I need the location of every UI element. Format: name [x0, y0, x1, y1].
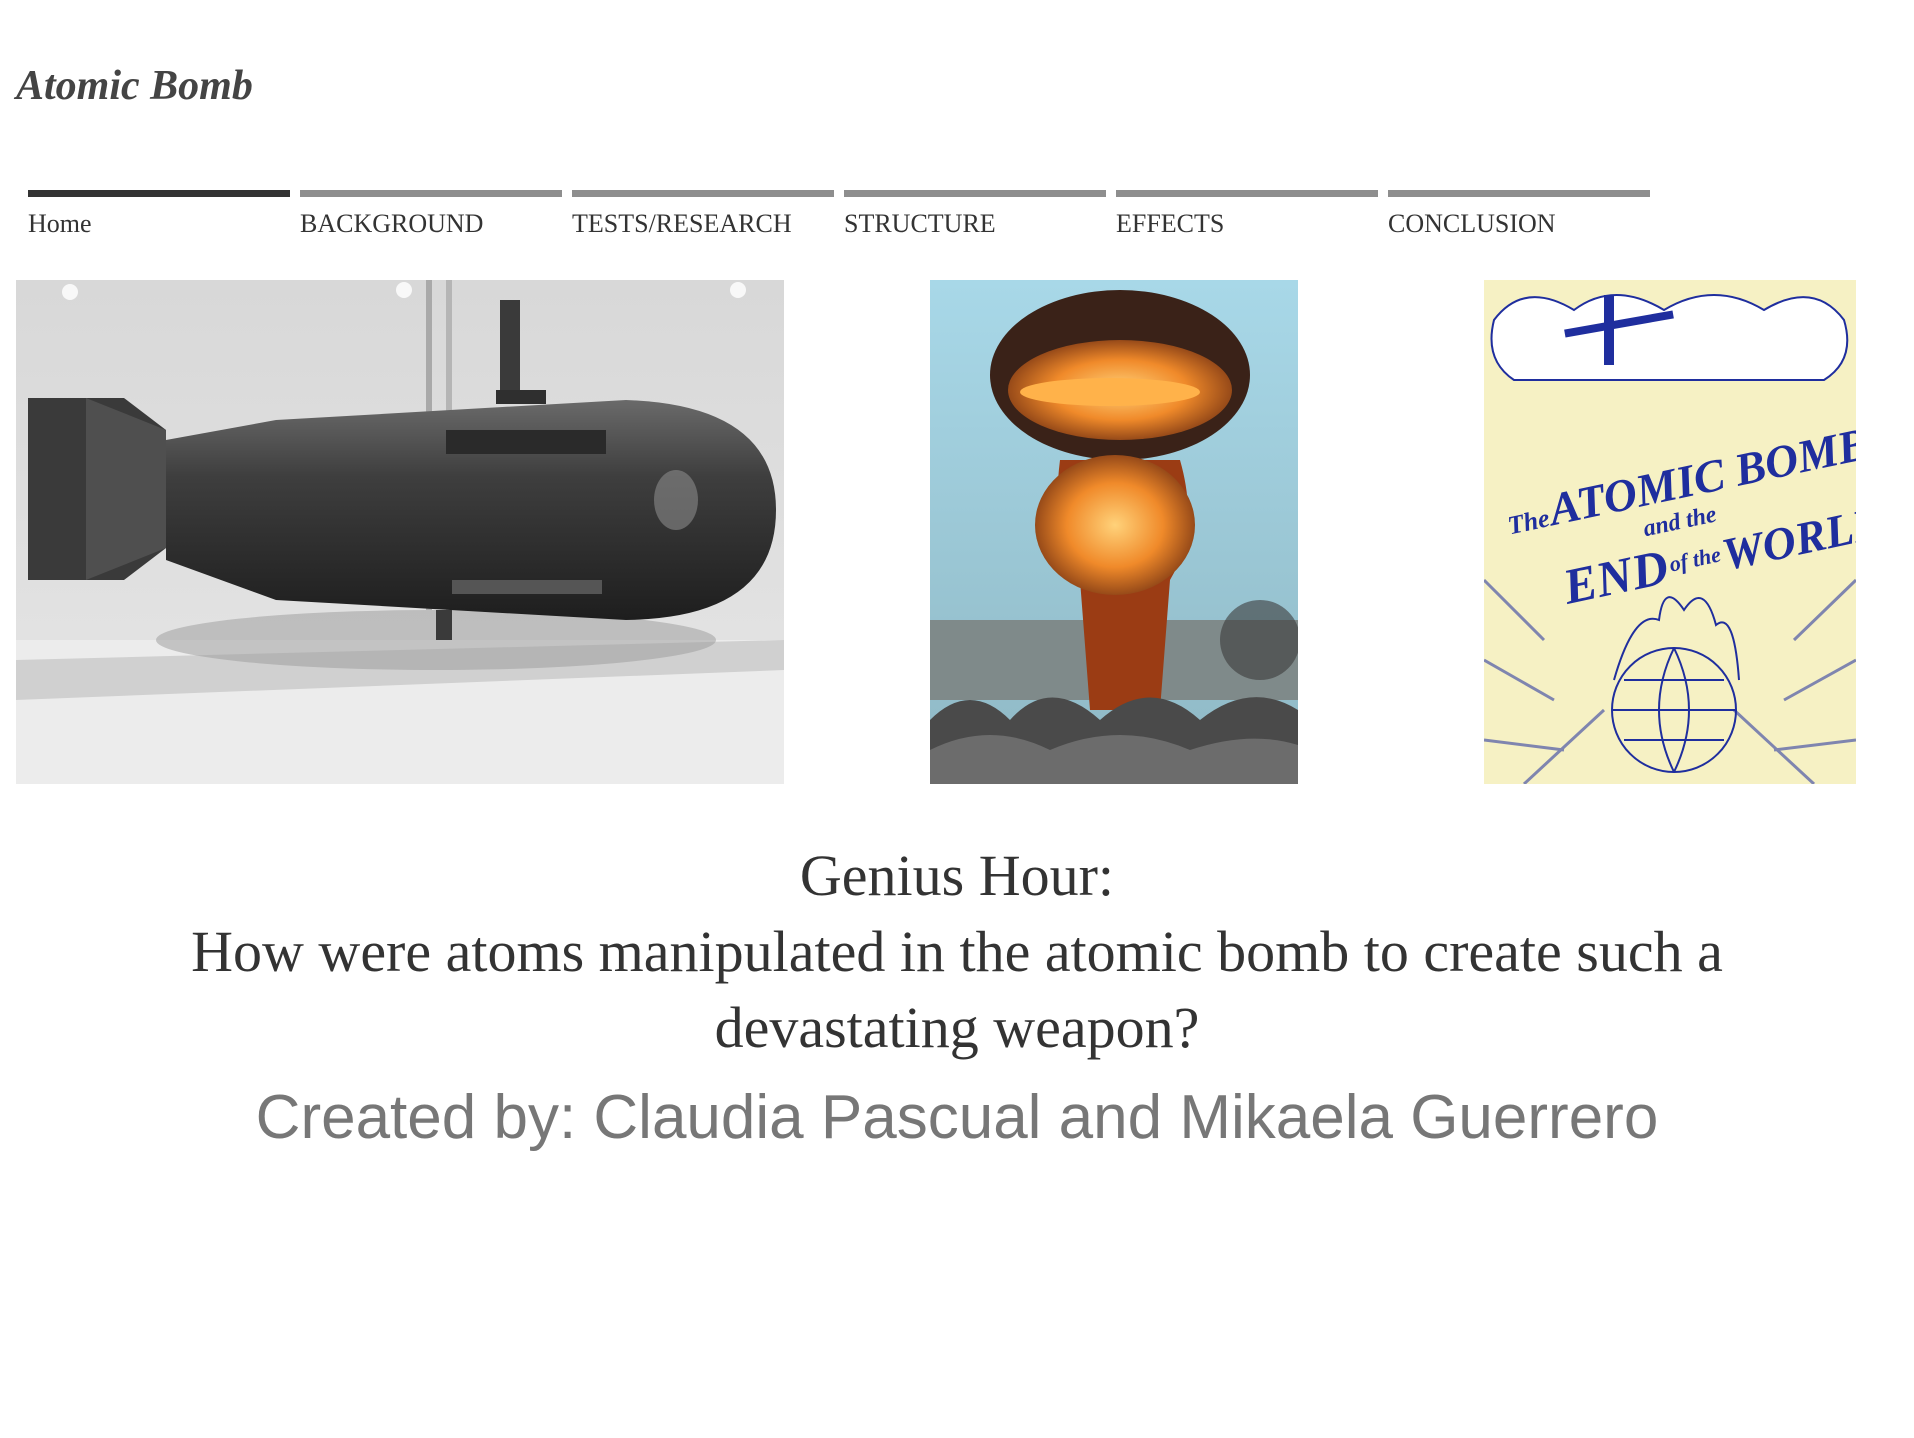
nav-tests-research[interactable]: TESTS/RESEARCH: [572, 190, 834, 239]
nav-structure[interactable]: STRUCTURE: [844, 190, 1106, 239]
heading-line-2: How were atoms manipulated in the atomic…: [191, 919, 1723, 984]
nav-background[interactable]: BACKGROUND: [300, 190, 562, 239]
nav-conclusion[interactable]: CONCLUSION: [1388, 190, 1650, 239]
site-title[interactable]: Atomic Bomb: [16, 62, 253, 110]
page-heading: Genius Hour: How were atoms manipulated …: [0, 838, 1914, 1066]
heading-line-1: Genius Hour:: [799, 843, 1115, 908]
nav-home[interactable]: Home: [28, 190, 290, 239]
atomic-bomb-photo: [16, 280, 784, 784]
mushroom-cloud-photo: [930, 280, 1298, 784]
nav-effects[interactable]: EFFECTS: [1116, 190, 1378, 239]
credit-text: Created by: Claudia Pascual and Mikaela …: [255, 1083, 1659, 1152]
heading-line-3: devastating weapon?: [714, 995, 1200, 1060]
atomic-bomb-poster: The ATOMIC BOMB and the END of the WORLD: [1484, 280, 1856, 784]
main-nav: Home BACKGROUND TESTS/RESEARCH STRUCTURE…: [28, 190, 1650, 239]
